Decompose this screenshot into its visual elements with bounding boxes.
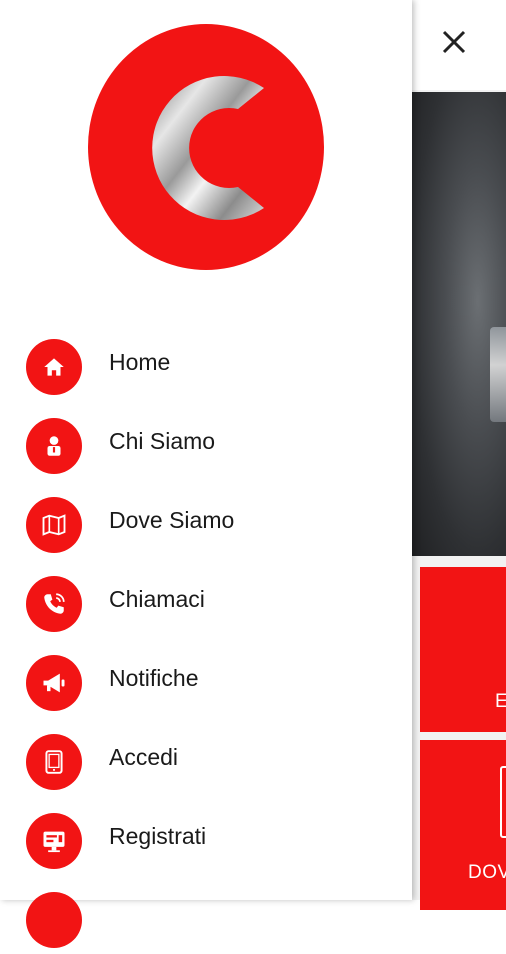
menu-item-home[interactable]: Home xyxy=(0,322,412,401)
map-icon xyxy=(500,766,506,838)
menu-item-next-partial[interactable] xyxy=(0,875,412,954)
top-app-bar xyxy=(412,0,506,90)
map-icon xyxy=(26,497,82,553)
tile-label: E xyxy=(495,691,506,712)
register-icon xyxy=(26,813,82,869)
menu-item-registrati[interactable]: Registrati xyxy=(0,796,412,875)
person-icon xyxy=(26,418,82,474)
phone-icon xyxy=(26,576,82,632)
menu-item-chi-siamo[interactable]: Chi Siamo xyxy=(0,401,412,480)
menu-item-dove-siamo[interactable]: Dove Siamo xyxy=(0,480,412,559)
menu-item-label: Notifiche xyxy=(109,665,199,691)
tablet-icon xyxy=(26,734,82,790)
menu-item-notifiche[interactable]: Notifiche xyxy=(0,638,412,717)
main-content-behind-drawer: E DOV xyxy=(412,0,506,910)
hero-image xyxy=(412,92,506,556)
menu-item-label: Home xyxy=(109,349,171,375)
close-button[interactable] xyxy=(436,24,472,60)
menu-item-label: Registrati xyxy=(109,823,207,849)
megaphone-icon xyxy=(26,655,82,711)
menu-item-label: Dove Siamo xyxy=(109,507,235,533)
dove-siamo-tile[interactable]: DOV xyxy=(420,740,506,910)
close-icon xyxy=(442,30,466,54)
menu-item-icon xyxy=(26,892,82,948)
menu-item-label: Chi Siamo xyxy=(109,428,216,454)
drawer-menu: Home Chi Siamo Dove Siamo Chiamaci Notif… xyxy=(0,322,412,954)
home-icon xyxy=(26,339,82,395)
menu-item-label: Chiamaci xyxy=(109,586,205,612)
menu-item-chiamaci[interactable]: Chiamaci xyxy=(0,559,412,638)
tile-label: DOV xyxy=(468,862,506,883)
menu-item-label: Accedi xyxy=(109,744,179,770)
home-tile[interactable]: E xyxy=(420,567,506,732)
navigation-drawer: Home Chi Siamo Dove Siamo Chiamaci Notif… xyxy=(0,0,412,948)
hero-logo-fragment xyxy=(490,327,506,422)
app-logo xyxy=(88,24,324,270)
menu-item-accedi[interactable]: Accedi xyxy=(0,717,412,796)
